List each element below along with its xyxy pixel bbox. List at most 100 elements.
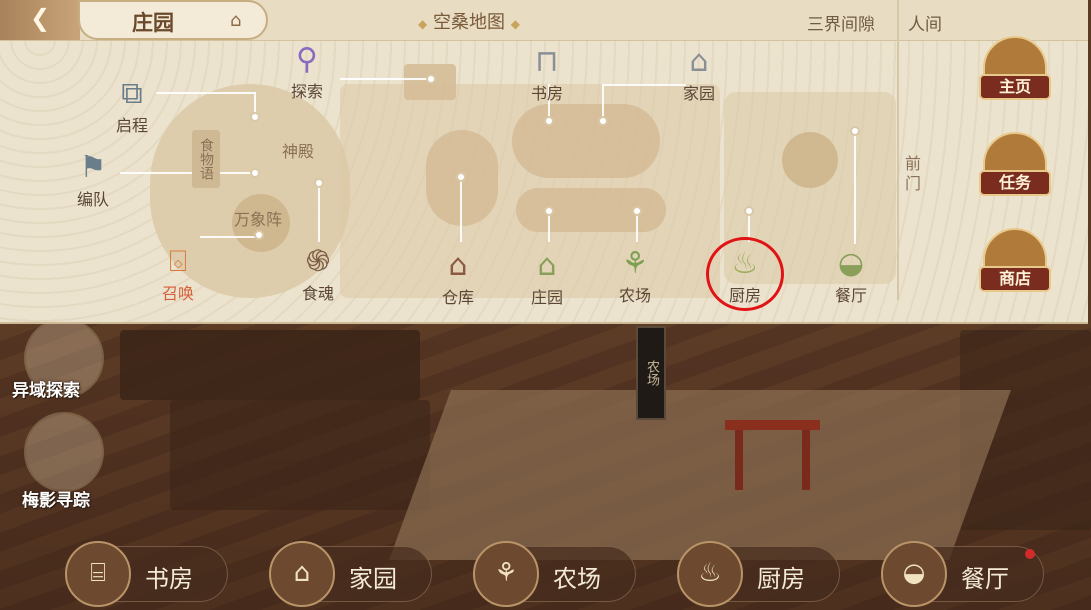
connector-line — [460, 176, 462, 242]
map-pin — [254, 230, 264, 240]
temple-label: 神殿 — [282, 142, 315, 161]
map-node-jiayuan[interactable]: ⌂ 家园 — [664, 44, 734, 104]
connector-line — [120, 172, 256, 174]
swirl-icon: ֍ — [305, 244, 331, 279]
dock-label: 餐厅 — [961, 565, 1009, 593]
node-label: 农场 — [618, 286, 651, 305]
manor-icon: ⌂ — [537, 248, 557, 283]
node-label: 食魂 — [301, 284, 334, 303]
connector-line — [854, 132, 856, 244]
sprout-icon: ⚘ — [621, 246, 649, 281]
node-label: 召唤 — [161, 284, 194, 303]
divider — [897, 0, 899, 300]
map-pin — [314, 178, 324, 188]
map-pin — [250, 168, 260, 178]
dock-label: 厨房 — [757, 565, 805, 593]
exotic-explore-label[interactable]: 异域探索 — [12, 376, 80, 401]
map-node-bianbu[interactable]: ⚑ 编队 — [58, 150, 128, 210]
building-roof — [120, 330, 420, 400]
building-body — [170, 400, 430, 510]
kitchen-highlight-ring — [706, 237, 784, 311]
connector-line — [318, 184, 320, 242]
dock-farm-button[interactable]: ⚘ 农场 — [473, 541, 636, 607]
diamond-icon: ◆ — [418, 17, 428, 31]
node-label: 编队 — [76, 190, 109, 209]
node-label: 庄园 — [530, 288, 563, 307]
house-icon: ⌂ — [689, 44, 709, 79]
formation-label: 万象阵 — [234, 210, 283, 229]
bowl-icon: ◒ — [881, 541, 947, 607]
map-pin — [598, 116, 608, 126]
map-node-cangku[interactable]: ⌂ 仓库 — [423, 248, 493, 308]
node-label: 餐厅 — [834, 286, 867, 305]
connector-line — [602, 84, 604, 120]
dock-kitchen-button[interactable]: ♨ 厨房 — [677, 541, 840, 607]
connector-line — [200, 236, 258, 238]
map-node-qicheng[interactable]: ⧉ 启程 — [97, 76, 167, 136]
pot-icon: ♨ — [677, 541, 743, 607]
front-gate-label[interactable]: 前门 — [905, 154, 923, 194]
map-node-canting[interactable]: ◒ 餐厅 — [816, 246, 886, 306]
pavilion-icon: ⌂ — [230, 10, 242, 31]
farm-area — [516, 188, 666, 232]
node-label: 家园 — [682, 84, 715, 103]
node-label: 书房 — [530, 84, 563, 103]
map-panel: ❮ 庄园 ⌂ ◆ 空桑地图 ◆ 三界间隙 人间 神殿 万象阵 食物语 前门 ⧉ … — [0, 0, 1088, 324]
courtyard-gate — [725, 420, 820, 500]
shop-button[interactable]: 商店 — [975, 228, 1055, 298]
sprout-icon: ⚘ — [473, 541, 539, 607]
map-pin — [544, 206, 554, 216]
realm-gap-link[interactable]: 三界间隙 — [807, 10, 875, 35]
task-label: 任务 — [979, 170, 1051, 196]
manor-tab[interactable]: 庄园 ⌂ — [78, 0, 268, 40]
home-label: 主页 — [979, 74, 1051, 100]
diamond-icon: ◆ — [510, 17, 520, 31]
map-pin — [250, 112, 260, 122]
food-story-signboard: 食物语 — [192, 130, 220, 188]
gate-frame-icon: ⧉ — [121, 76, 143, 111]
map-node-zhaohuan[interactable]: ⌺ 召唤 — [143, 244, 213, 304]
human-world-link[interactable]: 人间 — [908, 10, 942, 35]
map-pin — [632, 206, 642, 216]
map-pin — [544, 116, 554, 126]
map-pin — [850, 126, 860, 136]
farm-signboard: 农场 — [636, 326, 666, 420]
bowl-icon: ◒ — [837, 246, 865, 281]
node-label: 探索 — [290, 82, 323, 101]
notification-dot — [1025, 549, 1035, 559]
dock-study-button[interactable]: ⌸ 书房 — [65, 541, 228, 607]
node-label: 仓库 — [441, 288, 474, 307]
map-pin — [426, 74, 436, 84]
connector-line — [548, 212, 550, 242]
connector-line — [636, 212, 638, 242]
courtyard — [389, 390, 1011, 560]
tab-label: 庄园 — [132, 10, 174, 35]
node-label: 启程 — [115, 116, 148, 135]
plum-compass-icon[interactable] — [24, 412, 104, 492]
plum-trace-label[interactable]: 梅影寻踪 — [22, 486, 90, 511]
back-arrow-icon: ❮ — [30, 4, 51, 32]
map-node-shihun[interactable]: ֍ 食魂 — [283, 244, 353, 304]
dock-restaurant-button[interactable]: ◒ 餐厅 — [881, 541, 1044, 607]
dock-label: 书房 — [145, 565, 193, 593]
warehouse-icon: ⌂ — [448, 248, 468, 283]
map-pin — [456, 172, 466, 182]
map-node-zhuangyuan[interactable]: ⌂ 庄园 — [512, 248, 582, 308]
front-circle — [782, 132, 838, 188]
home-button[interactable]: 主页 — [975, 36, 1055, 106]
map-node-shufang[interactable]: ⊓ 书房 — [512, 44, 582, 104]
shop-label: 商店 — [979, 266, 1051, 292]
connector-line — [156, 92, 256, 94]
study-area — [512, 104, 660, 178]
map-node-nongchang[interactable]: ⚘ 农场 — [600, 246, 670, 306]
map-node-tansuo[interactable]: ⚲ 探索 — [272, 42, 342, 102]
flag-icon: ⚑ — [79, 150, 107, 185]
task-button[interactable]: 任务 — [975, 132, 1055, 202]
dock-home-button[interactable]: ⌂ 家园 — [269, 541, 432, 607]
desk-icon: ⊓ — [535, 44, 559, 79]
back-button[interactable]: ❮ — [0, 0, 80, 40]
map-title-text: 空桑地图 — [432, 12, 505, 33]
map-title: ◆ 空桑地图 ◆ — [418, 8, 520, 34]
dock-label: 家园 — [349, 565, 397, 593]
map-pin — [744, 206, 754, 216]
